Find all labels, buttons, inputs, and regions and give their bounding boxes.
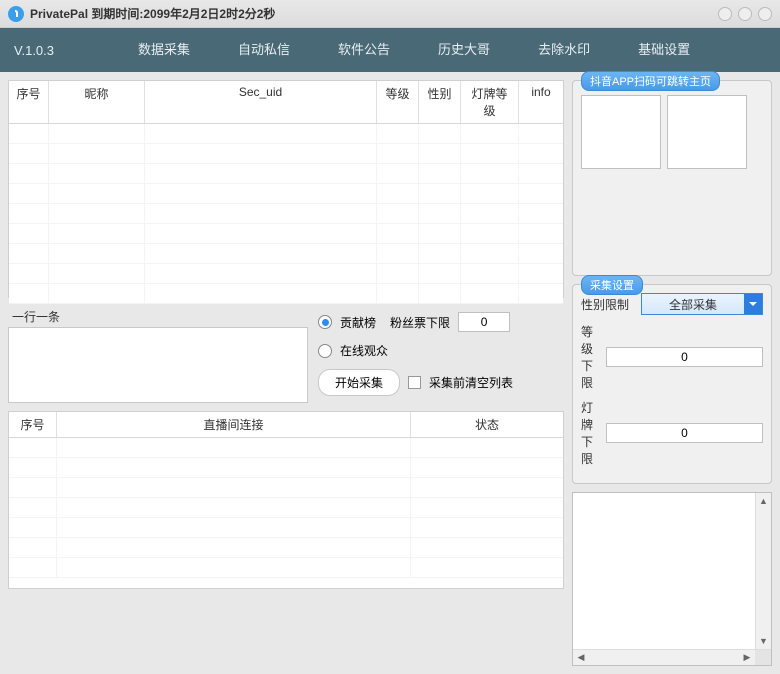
scroll-up-icon[interactable]: ▲ <box>756 493 771 509</box>
tab-data-collect[interactable]: 数据采集 <box>114 28 214 72</box>
oneline-label: 一行一条 <box>8 306 308 327</box>
table-row <box>9 438 563 458</box>
tab-auto-dm[interactable]: 自动私信 <box>214 28 314 72</box>
scrollbar-vertical[interactable]: ▲ ▼ <box>755 493 771 649</box>
gender-limit-select[interactable]: 全部采集 <box>641 293 763 315</box>
fans-lower-input[interactable] <box>458 312 510 332</box>
gender-limit-value: 全部采集 <box>669 296 717 313</box>
level-lower-label: 等级下限 <box>581 323 598 391</box>
table-row <box>9 478 563 498</box>
col2-index[interactable]: 序号 <box>9 412 57 437</box>
clear-before-label: 采集前清空列表 <box>429 374 513 391</box>
collect-legend: 采集设置 <box>581 275 643 295</box>
minimize-button[interactable] <box>718 7 732 21</box>
table-row <box>9 184 563 204</box>
radio-contribution-label: 贡献榜 <box>340 314 376 331</box>
window-title: PrivatePal 到期时间:2099年2月2日2时2分2秒 <box>30 5 275 22</box>
table-row <box>9 164 563 184</box>
col-info[interactable]: info <box>519 81 563 123</box>
table-row <box>9 144 563 164</box>
clear-before-checkbox[interactable] <box>408 376 421 389</box>
level-lower-input[interactable] <box>606 347 763 367</box>
start-collect-button[interactable]: 开始采集 <box>318 369 400 396</box>
table-row <box>9 124 563 144</box>
table-row <box>9 284 563 304</box>
oneline-textarea[interactable] <box>8 327 308 403</box>
table-row <box>9 518 563 538</box>
tab-basic-settings[interactable]: 基础设置 <box>614 28 714 72</box>
table-row <box>9 224 563 244</box>
tab-remove-watermark[interactable]: 去除水印 <box>514 28 614 72</box>
app-logo-icon <box>8 6 24 22</box>
qr-box-1[interactable] <box>581 95 661 169</box>
scroll-left-icon[interactable]: ◀ <box>573 650 589 665</box>
maximize-button[interactable] <box>738 7 752 21</box>
log-box[interactable]: ▲ ▼ ◀ ▶ <box>572 492 772 666</box>
table-row <box>9 558 563 578</box>
scrollbar-horizontal[interactable]: ◀ ▶ <box>573 649 771 665</box>
table-row <box>9 498 563 518</box>
fans-lower-label: 粉丝票下限 <box>390 314 450 331</box>
qr-legend: 抖音APP扫码可跳转主页 <box>581 71 720 91</box>
table-row <box>9 204 563 224</box>
radio-online-audience[interactable] <box>318 344 332 358</box>
col-nickname[interactable]: 昵称 <box>49 81 145 123</box>
close-button[interactable] <box>758 7 772 21</box>
col2-status[interactable]: 状态 <box>411 412 563 437</box>
col2-link[interactable]: 直播间连接 <box>57 412 411 437</box>
table-row <box>9 458 563 478</box>
qr-box-2[interactable] <box>667 95 747 169</box>
tab-announcement[interactable]: 软件公告 <box>314 28 414 72</box>
badge-lower-label: 灯牌下限 <box>581 399 598 467</box>
qr-panel: 抖音APP扫码可跳转主页 <box>572 80 772 276</box>
table-row <box>9 264 563 284</box>
chevron-down-icon <box>744 294 762 314</box>
col-badge[interactable]: 灯牌等级 <box>461 81 519 123</box>
radio-contribution[interactable] <box>318 315 332 329</box>
scroll-down-icon[interactable]: ▼ <box>756 633 771 649</box>
badge-lower-input[interactable] <box>606 423 763 443</box>
tab-history[interactable]: 历史大哥 <box>414 28 514 72</box>
col-index[interactable]: 序号 <box>9 81 49 123</box>
radio-online-label: 在线观众 <box>340 342 388 359</box>
version-label: V.1.0.3 <box>14 43 114 58</box>
col-gender[interactable]: 性别 <box>419 81 461 123</box>
collect-settings-panel: 采集设置 性别限制 全部采集 等级下限 灯牌下限 <box>572 284 772 484</box>
col-level[interactable]: 等级 <box>377 81 419 123</box>
data-table[interactable]: 序号 昵称 Sec_uid 等级 性别 灯牌等级 info <box>8 80 564 298</box>
gender-limit-label: 性别限制 <box>581 296 633 313</box>
table-row <box>9 538 563 558</box>
scroll-right-icon[interactable]: ▶ <box>739 650 755 665</box>
table-row <box>9 244 563 264</box>
col-secuid[interactable]: Sec_uid <box>145 81 377 123</box>
live-table[interactable]: 序号 直播间连接 状态 <box>8 411 564 589</box>
